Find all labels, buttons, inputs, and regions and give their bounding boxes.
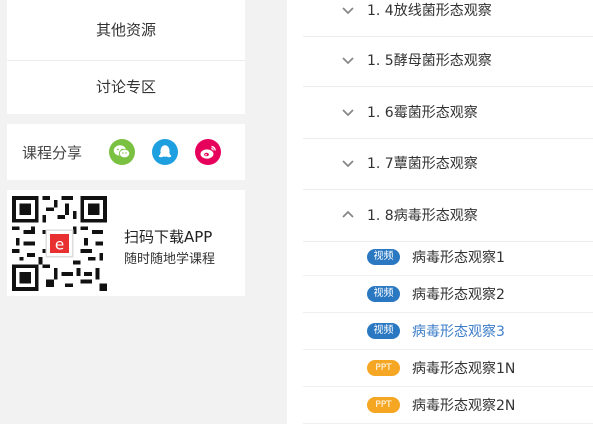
sidebar: 其他资源 讨论专区 课程分享 e 扫码下载APP 随时随地学课程 xyxy=(7,0,245,296)
video-badge: 视频 xyxy=(367,323,400,339)
qr-code: e xyxy=(12,196,107,291)
lesson-item[interactable]: 视频 病毒形态观察2 xyxy=(303,276,593,313)
app-download-subtitle: 随时随地学课程 xyxy=(124,252,216,267)
lesson-item[interactable]: 视频 病毒形态观察1 xyxy=(303,239,593,276)
video-badge: 视频 xyxy=(367,249,400,265)
chevron-down-icon xyxy=(342,160,354,168)
chapter-1-7[interactable]: 1. 7蕈菌形态观察 xyxy=(303,137,593,190)
chapter-title: 1. 8病毒形态观察 xyxy=(367,208,478,224)
lesson-title: 病毒形态观察1N xyxy=(412,361,516,377)
chapter-1-6[interactable]: 1. 6霉菌形态观察 xyxy=(303,86,593,139)
lesson-item[interactable]: PPT 病毒形态观察1N xyxy=(303,350,593,387)
chapter-title: 1. 5酵母菌形态观察 xyxy=(367,53,492,69)
chevron-up-icon xyxy=(342,210,354,218)
course-outline: 1. 4放线菌形态观察 1. 5酵母菌形态观察 1. 6霉菌形态观察 1. 7蕈… xyxy=(287,0,593,424)
menu-item-discussion[interactable]: 讨论专区 xyxy=(7,60,245,114)
chevron-down-icon xyxy=(342,109,354,117)
menu-item-other-resources[interactable]: 其他资源 xyxy=(7,0,245,60)
sidebar-menu: 其他资源 讨论专区 xyxy=(7,0,245,114)
video-badge: 视频 xyxy=(367,286,400,302)
wechat-icon[interactable] xyxy=(109,139,136,165)
chapter-title: 1. 7蕈菌形态观察 xyxy=(367,156,478,172)
chapter-title: 1. 6霉菌形态观察 xyxy=(367,105,478,121)
lesson-title: 病毒形态观察2N xyxy=(412,398,516,414)
qq-icon[interactable] xyxy=(152,139,179,165)
lesson-title: 病毒形态观察1 xyxy=(412,250,505,266)
chapter-title: 1. 4放线菌形态观察 xyxy=(367,3,492,19)
ppt-badge: PPT xyxy=(367,360,400,376)
chapter-1-5[interactable]: 1. 5酵母菌形态观察 xyxy=(303,34,593,87)
ppt-badge: PPT xyxy=(367,397,400,413)
lesson-title: 病毒形态观察2 xyxy=(412,287,505,303)
weibo-icon[interactable] xyxy=(195,139,222,165)
lesson-item[interactable]: PPT 病毒形态观察2N xyxy=(303,387,593,424)
course-share: 课程分享 xyxy=(7,124,245,180)
svg-text:e: e xyxy=(55,236,64,254)
app-download-card: e 扫码下载APP 随时随地学课程 xyxy=(7,190,245,296)
chapter-1-4[interactable]: 1. 4放线菌形态观察 xyxy=(303,0,593,37)
chapter-1-8[interactable]: 1. 8病毒形态观察 xyxy=(303,189,593,242)
share-label: 课程分享 xyxy=(22,143,83,162)
app-download-title: 扫码下载APP xyxy=(124,228,213,246)
lesson-item-active[interactable]: 视频 病毒形态观察3 xyxy=(303,313,593,350)
chevron-down-icon xyxy=(342,57,354,65)
chevron-down-icon xyxy=(342,7,354,15)
lesson-title: 病毒形态观察3 xyxy=(412,324,505,340)
